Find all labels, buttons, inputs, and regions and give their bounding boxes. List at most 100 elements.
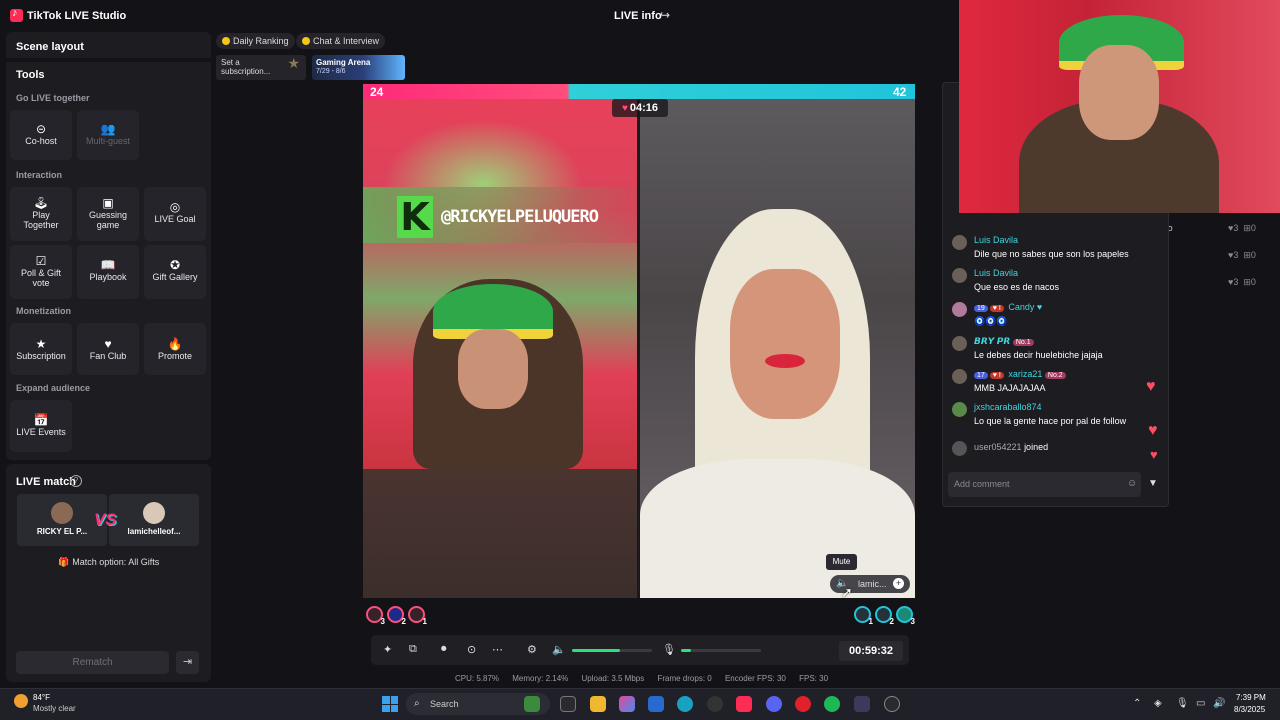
mic-slider[interactable] [681, 649, 761, 652]
viewer-likes: ♥3 ⊞0 [1228, 250, 1256, 260]
battle-icon: ♥ [621, 103, 628, 114]
chevron-up-icon[interactable]: ⌃ [1133, 698, 1141, 709]
camera-switch-icon[interactable]: ⊙ [467, 643, 476, 656]
rank-badge: No.1 [1012, 339, 1034, 346]
live-goal-button[interactable]: ◎ LIVE Goal [144, 187, 206, 241]
weather-icon[interactable] [14, 694, 28, 708]
magic-wand-icon[interactable]: ✦ [383, 643, 392, 656]
live-info-title[interactable]: LIVE info [614, 10, 662, 22]
play-together-label-2: Together [23, 220, 59, 230]
divider [6, 58, 211, 62]
top-gifter-right-1[interactable]: 1 [854, 606, 873, 626]
avatar [952, 402, 967, 417]
live-events-button[interactable]: 📅 LIVE Events [10, 400, 72, 452]
network-icon[interactable]: ▭ [1196, 698, 1205, 709]
clock-date[interactable]: 8/3/2025 [1234, 705, 1265, 714]
widget-icon[interactable] [524, 696, 540, 712]
gaming-arena-card[interactable]: Gaming Arena 7/29 - 8/6 [312, 55, 405, 80]
multiguest-button[interactable]: 👥 Multi-guest [77, 110, 139, 160]
app-icon[interactable] [854, 696, 870, 712]
heart-icon: ♥ [1146, 378, 1156, 395]
vs-label: VS [94, 510, 117, 529]
level-badge: 19 [974, 305, 988, 312]
speaker-tray-icon[interactable]: 🔊 [1213, 698, 1225, 709]
add-comment-input[interactable]: Add comment [948, 472, 1141, 497]
search-icon: ⌕ [414, 698, 420, 709]
spotify-icon[interactable] [824, 696, 840, 712]
emoji-icon[interactable]: ☺ [1127, 478, 1137, 489]
joined-label: joined [1024, 442, 1049, 452]
weather-condition[interactable]: Mostly clear [33, 704, 76, 713]
tiktok-studio-icon[interactable] [736, 696, 752, 712]
avatar [143, 502, 165, 524]
filter-icon[interactable]: ▼ [1148, 478, 1158, 489]
webcam-preview[interactable] [959, 0, 1280, 213]
player-2-name: lamichelleof... [127, 527, 181, 536]
file-explorer-icon[interactable] [590, 696, 606, 712]
star-icon: ★ [287, 55, 300, 71]
chat-text: Que eso es de nacos [974, 282, 1060, 292]
playbook-button[interactable]: 📖 Playbook [77, 245, 139, 299]
match-player-2[interactable]: lamichelleof... [109, 494, 199, 546]
top-gifter-left-2[interactable]: 2 [387, 606, 406, 626]
screen-add-icon[interactable]: ⧉ [409, 643, 417, 656]
tray-app-icon[interactable]: ◈ [1154, 698, 1162, 709]
clock-time[interactable]: 7:39 PM [1236, 693, 1266, 702]
volume-slider[interactable] [572, 649, 652, 652]
chat-username: xariza21 [1008, 369, 1043, 379]
windows-start-icon[interactable] [382, 696, 398, 712]
avatar [952, 302, 967, 317]
more-icon[interactable]: ⋯ [492, 643, 503, 656]
store-icon[interactable] [648, 696, 664, 712]
cohost-button[interactable]: ⊝ Co-host [10, 110, 72, 160]
opera-icon[interactable] [795, 696, 811, 712]
discord-icon[interactable] [766, 696, 782, 712]
app-icon[interactable] [707, 696, 723, 712]
exit-icon[interactable]: ⇥ [176, 651, 199, 674]
arena-title: Gaming Arena [316, 58, 371, 67]
copilot-icon[interactable] [619, 696, 635, 712]
record-icon[interactable]: ⏺ [441, 643, 447, 656]
poll-gift-vote-button[interactable]: ☑ Poll & Gift vote [10, 245, 72, 299]
top-gifter-left-3[interactable]: 1 [408, 606, 427, 626]
gift-gallery-button[interactable]: ✪ Gift Gallery [144, 245, 206, 299]
app-icon[interactable] [884, 696, 900, 712]
play-together-button[interactable]: 🕹 Play Together [10, 187, 72, 241]
mic-tray-icon[interactable]: 🎙 [1176, 698, 1189, 709]
trophy-icon [222, 37, 230, 45]
chat-interview-badge[interactable]: Chat & Interview [296, 33, 386, 49]
section-go-live-together: Go LIVE together [16, 93, 90, 103]
guessing-label-2: game [96, 220, 120, 230]
gift-count: 0 [1250, 277, 1256, 287]
weather-temperature[interactable]: 84°F [33, 693, 50, 702]
fan-club-button[interactable]: ♥ Fan Club [77, 323, 139, 375]
settings-sliders-icon[interactable]: ⚙ [527, 643, 537, 656]
follow-plus-icon[interactable]: + [893, 578, 904, 589]
rematch-button[interactable]: Rematch [16, 651, 169, 674]
set-subscription-card[interactable]: Set a subscription... ★ [216, 55, 306, 80]
microphone-icon[interactable]: 🎙 [662, 643, 676, 656]
guessing-game-button[interactable]: ▣ Guessing game [77, 187, 139, 241]
playbook-label: Playbook [89, 272, 127, 282]
scene-layout-label[interactable]: Scene layout [16, 41, 84, 53]
subscription-button[interactable]: ★ Subscription [10, 323, 72, 375]
match-option[interactable]: 🎁 Match option: All Gifts [58, 557, 159, 568]
heart-icon: ♥ [104, 337, 112, 351]
chat-username-row: 17 ♥ I xariza21 No.2 [974, 369, 1068, 379]
volume-icon[interactable]: 🔈 [552, 643, 566, 656]
gifter-rank: 2 [889, 617, 894, 626]
edge-icon[interactable] [677, 696, 693, 712]
share-icon[interactable]: ↪ [660, 8, 670, 22]
top-gifter-right-3[interactable]: 3 [896, 606, 915, 626]
task-view-icon[interactable] [560, 696, 576, 712]
people-icon: 👥 [100, 122, 116, 136]
top-gifter-right-2[interactable]: 2 [875, 606, 894, 626]
host-video [363, 99, 638, 598]
chat-username-row: 𝘽𝙍𝙔 𝙋𝙍 No.1 [974, 336, 1036, 347]
daily-ranking-badge[interactable]: Daily Ranking [216, 33, 295, 49]
promote-button[interactable]: 🔥 Promote [144, 323, 206, 375]
chat-text: Le debes decir huelebiche jajaja [974, 350, 1103, 360]
top-gifter-left-1[interactable]: 3 [366, 606, 385, 626]
fan-badge: ♥ I [989, 305, 1004, 312]
help-icon[interactable]: ? [70, 475, 82, 487]
